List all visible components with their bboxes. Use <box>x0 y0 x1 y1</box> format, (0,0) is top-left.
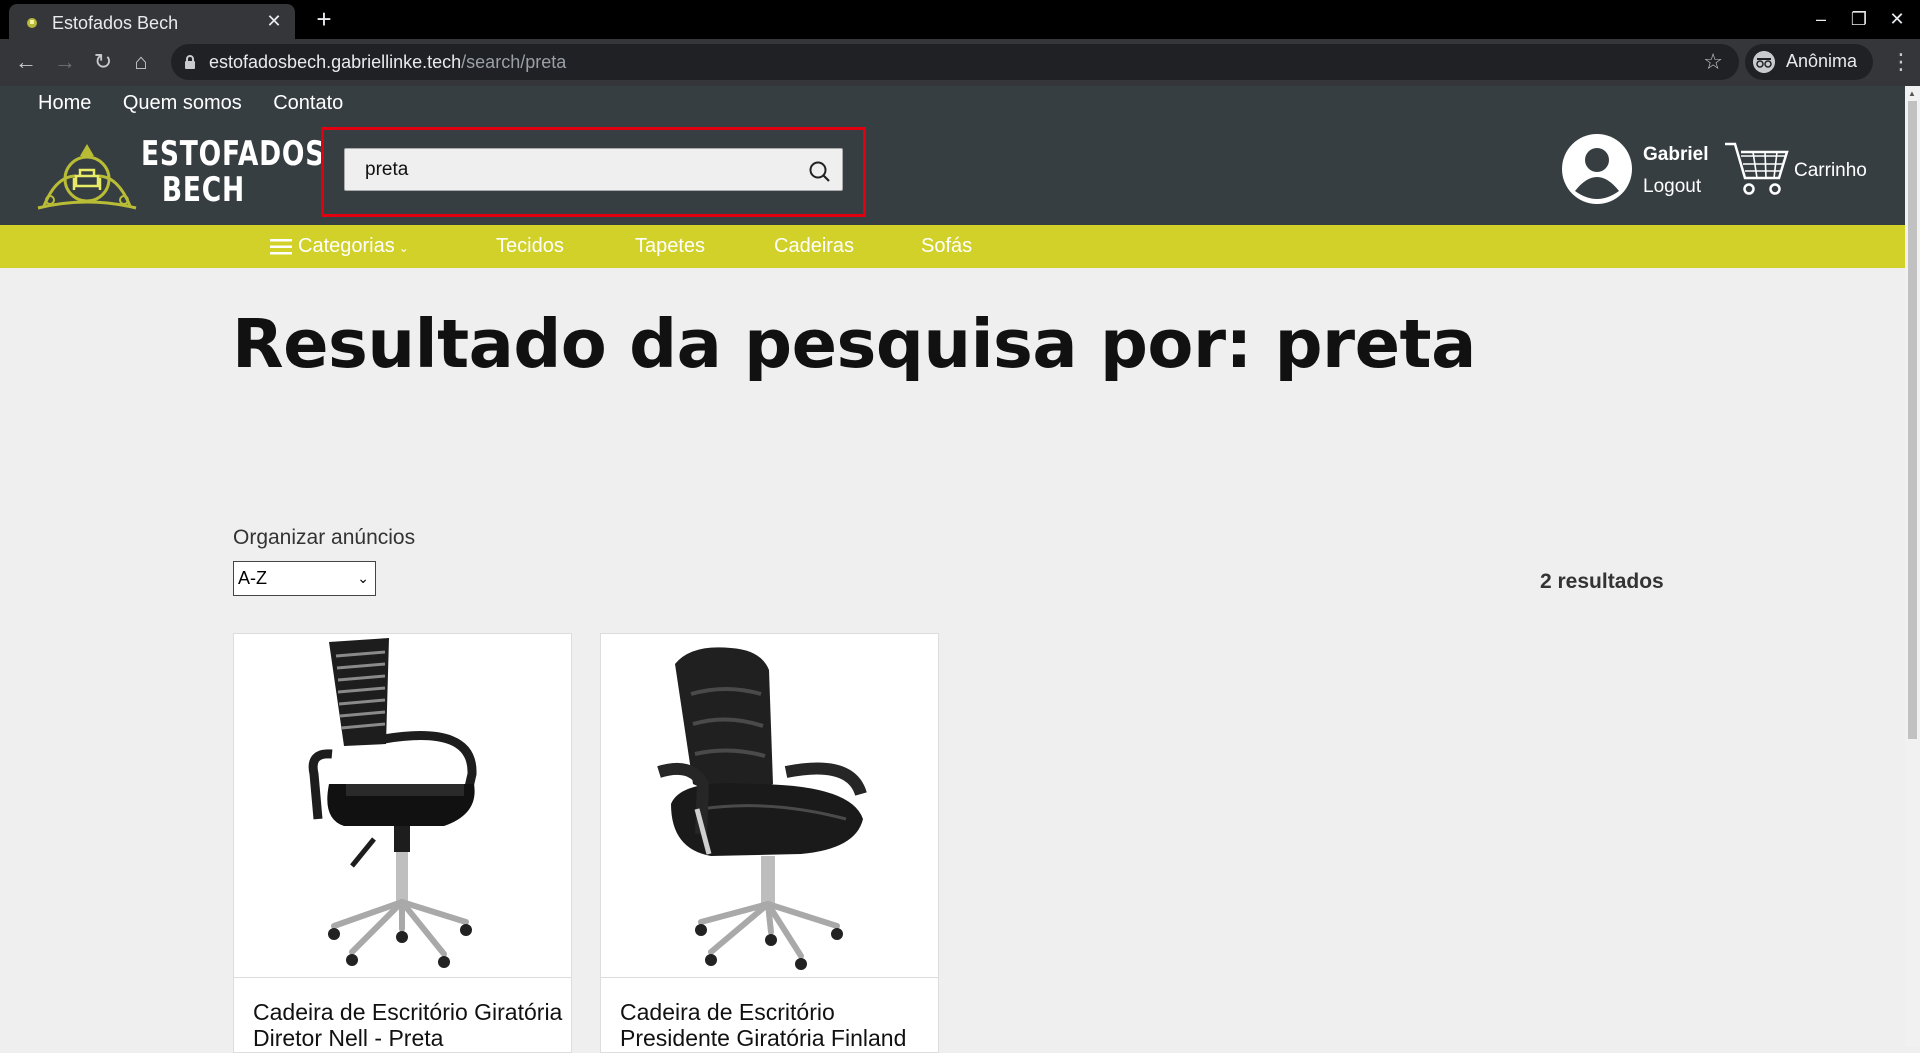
top-links: Home Quem somos Contato <box>38 92 370 115</box>
top-link-contact[interactable]: Contato <box>273 92 343 114</box>
product-card[interactable]: Cadeira de Escritório Giratória Diretor … <box>233 633 572 1053</box>
product-title[interactable]: Cadeira de Escritório Presidente Giratór… <box>620 999 930 1051</box>
page-title: Resultado da pesquisa por: preta <box>232 305 1476 383</box>
site-logo[interactable]: ESTOFADOS BECH <box>36 134 326 226</box>
new-tab-icon[interactable]: + <box>311 6 337 32</box>
tab-close-icon[interactable]: ✕ <box>263 10 285 32</box>
browser-tab[interactable]: Estofados Bech ✕ <box>9 4 295 39</box>
url-domain: estofadosbech.gabriellinke.tech <box>209 52 462 72</box>
url-text: estofadosbech.gabriellinke.tech/search/p… <box>209 52 566 73</box>
shopping-cart-icon[interactable] <box>1723 140 1789 198</box>
top-link-about[interactable]: Quem somos <box>123 92 242 114</box>
result-count: 2 resultados <box>1540 570 1664 593</box>
categories-dropdown[interactable]: Categorias ⌄ <box>298 235 409 258</box>
home-icon[interactable]: ⌂ <box>126 47 156 77</box>
category-bar: Categorias ⌄ Tecidos Tapetes Cadeiras Sof… <box>0 225 1905 268</box>
site-favicon-icon <box>27 18 37 28</box>
search-icon[interactable] <box>808 160 832 184</box>
url-path: /search/preta <box>461 52 567 72</box>
browser-toolbar: ← → ↻ ⌂ estofadosbech.gabriellinke.tech/… <box>0 39 1920 86</box>
category-tecidos[interactable]: Tecidos <box>496 235 564 258</box>
sort-select[interactable]: A-Z ⌄ <box>233 561 376 596</box>
product-image-executive-chair[interactable] <box>601 634 938 977</box>
category-sofas[interactable]: Sofás <box>921 235 972 258</box>
chevron-down-icon: ⌄ <box>357 570 369 586</box>
restore-icon[interactable]: ❐ <box>1846 6 1872 32</box>
sort-label: Organizar anúncios <box>233 526 416 549</box>
card-divider <box>234 977 571 978</box>
profile-label: Anônima <box>1786 51 1858 71</box>
scrollbar-thumb[interactable] <box>1908 101 1917 739</box>
minimize-icon[interactable]: – <box>1808 6 1834 32</box>
scroll-up-icon[interactable]: ▲ <box>1908 89 1916 98</box>
card-divider <box>601 977 938 978</box>
tab-title: Estofados Bech <box>52 13 179 33</box>
lock-icon <box>185 55 195 69</box>
back-icon[interactable]: ← <box>11 47 41 77</box>
hamburger-menu-icon[interactable] <box>270 239 292 255</box>
category-tapetes[interactable]: Tapetes <box>635 235 705 258</box>
top-link-home[interactable]: Home <box>38 92 91 114</box>
logo-text: ESTOFADOS BECH <box>141 134 326 210</box>
sort-selected-value: A-Z <box>238 568 267 588</box>
product-card[interactable]: Cadeira de Escritório Presidente Giratór… <box>600 633 939 1053</box>
incognito-profile-button[interactable]: Anônima <box>1745 44 1873 80</box>
categories-label: Categorias <box>298 235 395 257</box>
reload-icon[interactable]: ↻ <box>88 47 118 77</box>
logo-line2: BECH <box>161 170 245 210</box>
user-avatar-icon[interactable] <box>1561 133 1633 205</box>
page-scrollbar[interactable]: ▲ <box>1905 86 1920 1047</box>
incognito-icon <box>1753 51 1775 73</box>
logout-link[interactable]: Logout <box>1643 176 1701 198</box>
forward-icon[interactable]: → <box>50 47 80 77</box>
site-header: Home Quem somos Contato ESTOFADOS BECH G… <box>0 86 1905 225</box>
search-input[interactable] <box>344 148 843 191</box>
chevron-down-icon: ⌄ <box>398 241 409 255</box>
bookmark-star-icon[interactable]: ☆ <box>1703 49 1723 75</box>
address-bar[interactable]: estofadosbech.gabriellinke.tech/search/p… <box>171 44 1739 80</box>
user-name[interactable]: Gabriel <box>1643 144 1708 166</box>
category-cadeiras[interactable]: Cadeiras <box>774 235 854 258</box>
browser-menu-icon[interactable]: ⋮ <box>1890 49 1912 75</box>
product-image-mesh-chair[interactable] <box>234 634 571 977</box>
cart-label[interactable]: Carrinho <box>1794 160 1867 182</box>
logo-emblem-icon <box>37 144 137 210</box>
search-highlight-box <box>321 127 866 217</box>
product-title[interactable]: Cadeira de Escritório Giratória Diretor … <box>253 999 563 1051</box>
window-close-icon[interactable]: ✕ <box>1884 6 1910 32</box>
browser-tabbar: Estofados Bech ✕ + – ❐ ✕ <box>0 0 1920 39</box>
logo-line1: ESTOFADOS <box>141 134 326 174</box>
